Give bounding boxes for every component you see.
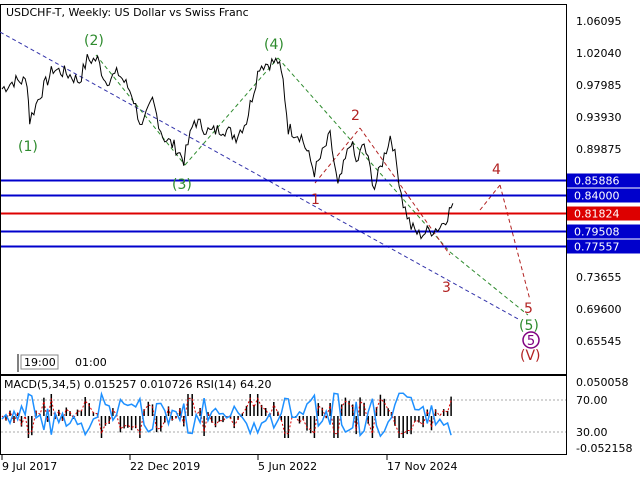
wave-label-green-4: (4) bbox=[264, 37, 284, 53]
date-tick: 22 Dec 2019 bbox=[130, 460, 200, 473]
indicator-tick: 0.050058 bbox=[576, 376, 629, 389]
wave-label-green-2: (2) bbox=[84, 33, 104, 49]
wave-label-purple: 5 bbox=[527, 334, 535, 349]
price-tick: 0.73655 bbox=[576, 271, 622, 284]
level-label: 0.77557 bbox=[574, 241, 620, 254]
indicator-tick: -0.052158 bbox=[576, 442, 632, 455]
price-tick: 0.93930 bbox=[576, 111, 622, 124]
price-tick: 0.89875 bbox=[576, 143, 622, 156]
wave-label-red-5: 5 bbox=[524, 301, 533, 317]
wave-label-red-roman: (V) bbox=[520, 348, 541, 364]
price-tick: 0.69600 bbox=[576, 303, 622, 316]
wave-label-red-1: 1 bbox=[311, 192, 320, 208]
price-tick: 0.65545 bbox=[576, 335, 622, 348]
level-label: 0.79508 bbox=[574, 226, 620, 239]
wave-label-red-2: 2 bbox=[351, 108, 360, 124]
wave-label-red-3: 3 bbox=[442, 280, 451, 296]
level-label: 0.81824 bbox=[574, 208, 620, 221]
indicator-label: MACD(5,34,5) 0.015257 0.010726 RSI(14) 6… bbox=[4, 378, 271, 391]
date-tick: 17 Nov 2024 bbox=[387, 460, 457, 473]
purple-wave-marker: 5 bbox=[522, 331, 540, 349]
wave-label-green-1: (1) bbox=[18, 139, 38, 155]
level-label: 0.84000 bbox=[574, 190, 620, 203]
chart-background bbox=[0, 0, 640, 480]
date-tick: 5 Jun 2022 bbox=[258, 460, 317, 473]
level-label: 0.85886 bbox=[574, 175, 620, 188]
date-tick: 9 Jul 2017 bbox=[2, 460, 57, 473]
time-button-0100[interactable]: 01:00 bbox=[75, 356, 107, 369]
indicator-tick: 30.00 bbox=[576, 426, 608, 439]
chart-canvas: USDCHF-T, Weekly: US Dollar vs Swiss Fra… bbox=[0, 0, 640, 480]
price-tick: 1.02040 bbox=[576, 47, 622, 60]
time-button-1900[interactable]: 19:00 bbox=[24, 356, 56, 369]
chart-title: USDCHF-T, Weekly: US Dollar vs Swiss Fra… bbox=[6, 6, 249, 19]
price-tick: 0.97985 bbox=[576, 79, 622, 92]
wave-label-green-3: (3) bbox=[172, 177, 192, 193]
indicator-tick: 70.00 bbox=[576, 394, 608, 407]
price-tick: 1.06095 bbox=[576, 15, 622, 28]
wave-label-red-4: 4 bbox=[492, 162, 501, 178]
